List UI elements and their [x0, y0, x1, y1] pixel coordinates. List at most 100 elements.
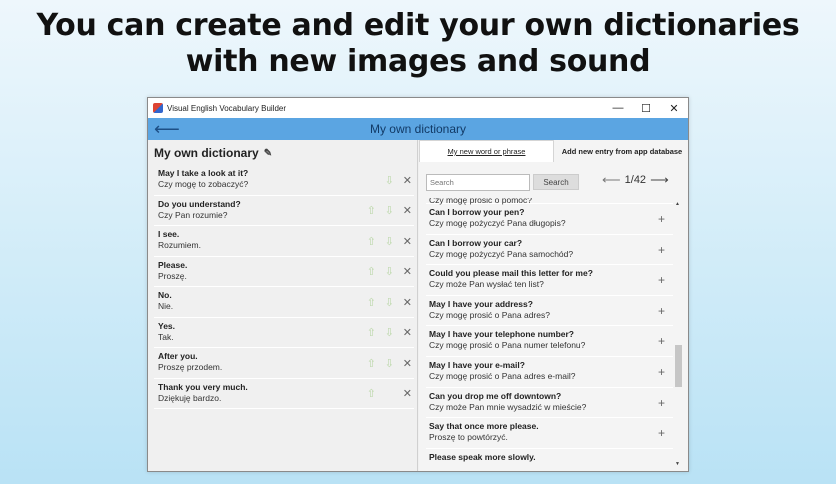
delete-icon[interactable]: ✕	[403, 379, 412, 409]
list-item[interactable]: I see. Rozumiem. ⇧ ⇩ ✕	[154, 226, 414, 257]
delete-icon[interactable]: ✕	[403, 287, 412, 317]
entry-english: Can I borrow your pen?	[429, 207, 525, 217]
entry-translation: Czy mogę prosić o Pana numer telefonu?	[429, 340, 586, 351]
prev-page-icon[interactable]: ⟵	[602, 172, 621, 188]
my-dictionary-pane: My own dictionary ✎ May I take a look at…	[148, 140, 418, 471]
entry-translation: Czy może Pan mnie wysadzić w mieście?	[429, 401, 587, 412]
list-item[interactable]: Could you please mail this letter for me…	[426, 265, 673, 296]
entry-english: Say that once more please.	[429, 421, 539, 432]
move-up-icon[interactable]: ⇧	[367, 318, 376, 348]
move-down-icon[interactable]: ⇩	[385, 287, 394, 317]
headline: You can create and edit your own diction…	[0, 8, 836, 80]
entry-english: May I have your address?	[429, 298, 533, 309]
move-down-icon[interactable]: ⇩	[385, 318, 394, 348]
page-indicator: 1/42	[624, 174, 647, 186]
tab-bar: My new word or phrase Add new entry from…	[419, 140, 688, 162]
delete-icon[interactable]: ✕	[403, 257, 412, 287]
move-up-icon[interactable]: ⇧	[367, 257, 376, 287]
title-bar: Visual English Vocabulary Builder — ☐ ✕	[148, 98, 688, 118]
entry-translation: Czy mogę pożyczyć Pana samochód?	[429, 248, 574, 259]
entry-translation: Czy mogę prosić o Pana adres e-mail?	[429, 370, 576, 381]
list-item[interactable]: No. Nie. ⇧ ⇩ ✕	[154, 287, 414, 318]
list-item[interactable]: Can I borrow your pen? Czy mogę pożyczyć…	[426, 204, 673, 235]
move-down-icon[interactable]: ⇩	[385, 196, 394, 226]
dictionary-title: My own dictionary ✎	[154, 146, 272, 160]
list-item[interactable]: May I take a look at it? Czy mogę to zob…	[154, 165, 414, 196]
add-entry-plus-icon[interactable]: +	[658, 204, 665, 234]
list-item[interactable]: Say that once more please. Proszę to pow…	[426, 418, 673, 449]
move-up-icon[interactable]: ⇧	[367, 226, 376, 256]
headline-line-2: with new images and sound	[185, 44, 651, 79]
tab-add-from-database[interactable]: Add new entry from app database	[554, 140, 688, 162]
list-item[interactable]: May I have your address? Czy mogę prosić…	[426, 296, 673, 327]
delete-icon[interactable]: ✕	[403, 226, 412, 256]
header-bar: ⟵ My own dictionary	[148, 118, 688, 140]
delete-icon[interactable]: ✕	[403, 318, 412, 348]
entry-english: Please speak more slowly.	[429, 451, 536, 462]
move-down-icon[interactable]: ⇩	[385, 257, 394, 287]
entry-english: Could you please mail this letter for me…	[429, 268, 593, 279]
scrollbar[interactable]: ▲ ▼	[674, 198, 683, 471]
pager: ⟵ 1/42 ⟶	[602, 172, 669, 188]
entry-english: May I have your telephone number?	[429, 329, 575, 340]
delete-icon[interactable]: ✕	[403, 196, 412, 226]
list-item[interactable]: Thank you very much. Dziękuję bardzo. ⇧ …	[154, 379, 414, 409]
scroll-down-icon[interactable]: ▼	[675, 461, 680, 467]
list-item[interactable]: After you. Proszę przodem. ⇧ ⇩ ✕	[154, 348, 414, 379]
window-title: Visual English Vocabulary Builder	[167, 103, 287, 113]
list-item[interactable]: Please. Proszę. ⇧ ⇩ ✕	[154, 257, 414, 287]
list-item[interactable]: Please speak more slowly.	[426, 449, 673, 471]
minimize-button[interactable]: —	[604, 98, 632, 118]
maximize-button[interactable]: ☐	[632, 98, 660, 118]
header-title: My own dictionary	[369, 122, 467, 136]
add-entry-plus-icon[interactable]: +	[658, 296, 665, 326]
my-entry-list: May I take a look at it? Czy mogę to zob…	[154, 165, 414, 409]
move-down-icon[interactable]: ⇩	[385, 348, 394, 378]
delete-icon[interactable]: ✕	[403, 165, 412, 195]
entry-translation: Czy mogę prosić o Pana adres?	[429, 309, 550, 320]
search-input[interactable]	[426, 173, 530, 191]
app-window: Visual English Vocabulary Builder — ☐ ✕ …	[147, 97, 689, 472]
list-item[interactable]: Yes. Tak. ⇧ ⇩ ✕	[154, 318, 414, 348]
edit-pencil-icon[interactable]: ✎	[264, 148, 272, 159]
add-entry-plus-icon[interactable]: +	[658, 418, 665, 448]
move-up-icon[interactable]: ⇧	[367, 379, 376, 409]
entry-english: May I take a look at it?	[158, 168, 249, 178]
entry-english: Can you drop me off downtown?	[429, 390, 562, 401]
move-up-icon[interactable]: ⇧	[367, 348, 376, 378]
headline-line-1: You can create and edit your own diction…	[36, 8, 800, 43]
close-button[interactable]: ✕	[660, 98, 688, 118]
move-down-icon[interactable]: ⇩	[385, 226, 394, 256]
move-up-icon[interactable]: ⇧	[367, 287, 376, 317]
database-pane: My new word or phrase Add new entry from…	[419, 140, 688, 471]
scrollbar-thumb[interactable]	[675, 345, 682, 387]
dictionary-title-text: My own dictionary	[154, 146, 259, 160]
list-item[interactable]: May I have your telephone number? Czy mo…	[426, 326, 673, 357]
add-entry-plus-icon[interactable]: +	[658, 326, 665, 356]
next-page-icon[interactable]: ⟶	[650, 172, 669, 188]
database-entry-list: Czy mogę prosić o pomoc? Can I borrow yo…	[426, 198, 673, 471]
list-item[interactable]: Can you drop me off downtown? Czy może P…	[426, 388, 673, 419]
scroll-up-icon[interactable]: ▲	[675, 201, 680, 207]
delete-icon[interactable]: ✕	[403, 348, 412, 378]
list-item[interactable]: Can I borrow your car? Czy mogę pożyczyć…	[426, 235, 673, 266]
entry-translation: Czy może Pan wysłać ten list?	[429, 279, 544, 290]
window-controls: — ☐ ✕	[604, 98, 688, 118]
add-entry-plus-icon[interactable]: +	[658, 357, 665, 387]
move-up-icon[interactable]: ⇧	[367, 196, 376, 226]
back-arrow-icon[interactable]: ⟵	[154, 119, 180, 139]
entry-translation: Czy mogę to zobaczyć?	[158, 179, 249, 189]
entry-english: Can I borrow your car?	[429, 237, 523, 248]
move-down-icon[interactable]: ⇩	[385, 165, 394, 195]
list-item[interactable]: Do you understand? Czy Pan rozumie? ⇧ ⇩ …	[154, 196, 414, 226]
entry-translation: Czy mogę pożyczyć Pana długopis?	[429, 218, 566, 228]
entry-translation: Proszę to powtórzyć.	[429, 432, 508, 443]
app-icon	[153, 103, 163, 113]
list-item[interactable]: May I have your e-mail? Czy mogę prosić …	[426, 357, 673, 388]
add-entry-plus-icon[interactable]: +	[658, 388, 665, 418]
search-button[interactable]: Search	[533, 174, 579, 190]
add-entry-plus-icon[interactable]: +	[658, 265, 665, 295]
entry-english: May I have your e-mail?	[429, 359, 525, 370]
tab-new-word[interactable]: My new word or phrase	[419, 140, 554, 162]
add-entry-plus-icon[interactable]: +	[658, 235, 665, 265]
